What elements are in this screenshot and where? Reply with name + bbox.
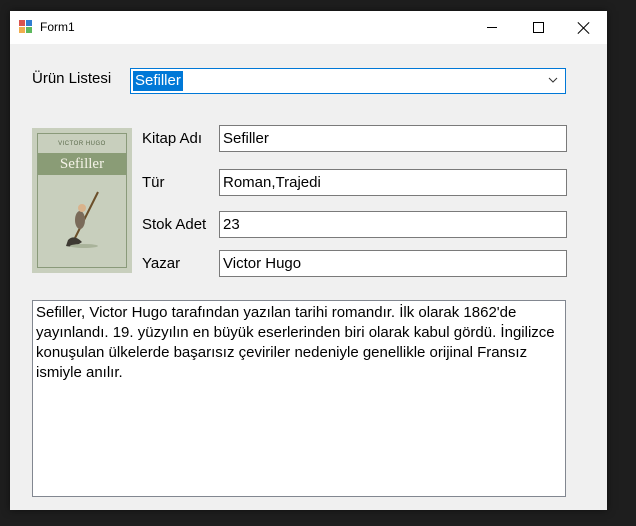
genre-field[interactable]: Roman,Trajedi [219,169,567,196]
maximize-button[interactable] [515,11,561,44]
stock-field[interactable]: 23 [219,211,567,238]
title-bar[interactable]: Form1 [10,11,607,44]
chevron-down-icon[interactable] [547,74,559,86]
maximize-icon [532,22,544,33]
window-title: Form1 [40,20,75,34]
cover-illustration [66,191,99,248]
product-list-selected: Sefiller [133,71,183,91]
cover-author: VICTOR HUGO [58,141,106,147]
book-name-label: Kitap Adı [142,130,203,147]
description-textarea[interactable]: Sefiller, Victor Hugo tarafından yazılan… [32,300,566,497]
stock-label: Stok Adet [142,216,207,233]
author-label: Yazar [142,255,181,272]
minimize-icon [487,27,497,28]
product-list-label: Ürün Listesi [32,70,112,87]
book-cover-image: VICTOR HUGO Sefiller [32,128,132,273]
close-icon [578,22,590,34]
minimize-button[interactable] [469,11,515,44]
cover-title: Sefiller [38,153,126,175]
form-window: Form1 Ürün Listesi Sefiller VICTOR HUGO … [10,11,607,510]
product-list-combobox[interactable]: Sefiller [130,68,566,94]
close-button[interactable] [561,11,607,44]
genre-label: Tür [142,174,165,191]
author-field[interactable]: Victor Hugo [219,250,567,277]
form-icon [19,20,33,34]
book-name-field[interactable]: Sefiller [219,125,567,152]
